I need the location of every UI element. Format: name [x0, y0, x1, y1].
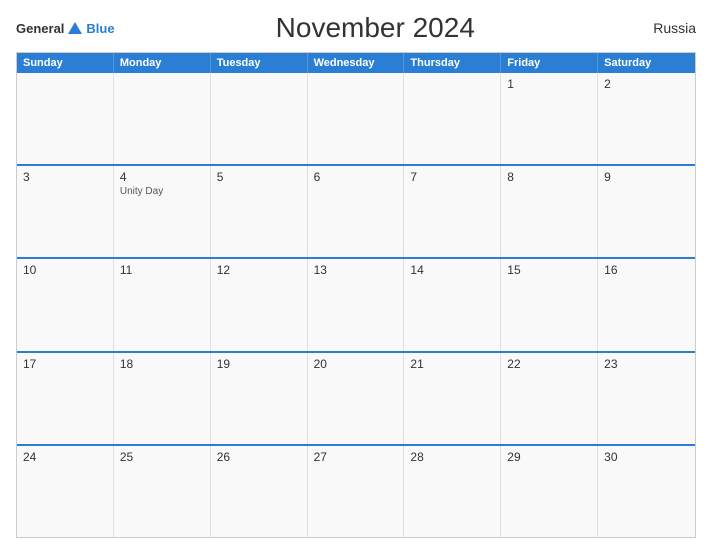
day-number: 9	[604, 170, 689, 184]
calendar-day: 4 Unity Day	[114, 166, 211, 257]
calendar-day: 5	[211, 166, 308, 257]
day-number: 10	[23, 263, 107, 277]
day-number: 23	[604, 357, 689, 371]
calendar-day: 19	[211, 353, 308, 444]
logo-blue-text: Blue	[86, 21, 114, 36]
calendar-day: 2	[598, 73, 695, 164]
calendar-week: 34 Unity Day 56789	[17, 164, 695, 257]
calendar-week: 24 25 26 27 28 29 30	[17, 444, 695, 537]
day-number: 6	[314, 170, 398, 184]
day-number: 21	[410, 357, 494, 371]
header: General Blue November 2024 Russia	[16, 12, 696, 44]
calendar-day: 18	[114, 353, 211, 444]
calendar-week: 10 11 12 13 14 15 16	[17, 257, 695, 350]
day-number: 15	[507, 263, 591, 277]
day-number: 28	[410, 450, 494, 464]
calendar-day: 10	[17, 259, 114, 350]
calendar-day: 20	[308, 353, 405, 444]
day-number: 22	[507, 357, 591, 371]
day-number: 13	[314, 263, 398, 277]
calendar-day: 7	[404, 166, 501, 257]
calendar-day: 12	[211, 259, 308, 350]
day-number: 7	[410, 170, 494, 184]
day-number: 4	[120, 170, 204, 184]
calendar-header-cell: Monday	[114, 53, 211, 73]
day-number: 20	[314, 357, 398, 371]
logo-triangle-icon	[68, 22, 82, 34]
calendar-day: 8	[501, 166, 598, 257]
calendar-header-cell: Thursday	[404, 53, 501, 73]
calendar: SundayMondayTuesdayWednesdayThursdayFrid…	[16, 52, 696, 538]
day-number: 5	[217, 170, 301, 184]
calendar-header-row: SundayMondayTuesdayWednesdayThursdayFrid…	[17, 53, 695, 73]
calendar-header-cell: Wednesday	[308, 53, 405, 73]
calendar-day	[404, 73, 501, 164]
day-number: 30	[604, 450, 689, 464]
calendar-day	[308, 73, 405, 164]
calendar-day: 23	[598, 353, 695, 444]
calendar-week: 12	[17, 73, 695, 164]
calendar-day: 9	[598, 166, 695, 257]
calendar-day	[114, 73, 211, 164]
month-title: November 2024	[115, 12, 636, 44]
calendar-day: 22	[501, 353, 598, 444]
calendar-header-cell: Sunday	[17, 53, 114, 73]
calendar-day: 11	[114, 259, 211, 350]
day-number: 11	[120, 263, 204, 277]
calendar-day: 16	[598, 259, 695, 350]
calendar-week: 17 18 19 20 21 22 23	[17, 351, 695, 444]
day-number: 17	[23, 357, 107, 371]
calendar-day: 13	[308, 259, 405, 350]
calendar-day: 14	[404, 259, 501, 350]
calendar-header-cell: Saturday	[598, 53, 695, 73]
day-number: 1	[507, 77, 591, 91]
day-number: 2	[604, 77, 689, 91]
day-number: 18	[120, 357, 204, 371]
day-number: 26	[217, 450, 301, 464]
day-number: 14	[410, 263, 494, 277]
page: General Blue November 2024 Russia Sunday…	[0, 0, 712, 550]
calendar-day: 25	[114, 446, 211, 537]
day-number: 16	[604, 263, 689, 277]
day-number: 29	[507, 450, 591, 464]
calendar-header-cell: Friday	[501, 53, 598, 73]
day-number: 24	[23, 450, 107, 464]
calendar-day: 27	[308, 446, 405, 537]
calendar-header-cell: Tuesday	[211, 53, 308, 73]
calendar-day: 1	[501, 73, 598, 164]
calendar-day	[211, 73, 308, 164]
day-number: 25	[120, 450, 204, 464]
calendar-day: 17	[17, 353, 114, 444]
calendar-day: 26	[211, 446, 308, 537]
day-number: 19	[217, 357, 301, 371]
calendar-day: 3	[17, 166, 114, 257]
calendar-body: 1234Unity Day567891011121314151617181920…	[17, 73, 695, 537]
day-number: 27	[314, 450, 398, 464]
calendar-day: 15	[501, 259, 598, 350]
logo: General Blue	[16, 21, 115, 36]
day-event: Unity Day	[120, 186, 204, 197]
calendar-day: 6	[308, 166, 405, 257]
day-number: 3	[23, 170, 107, 184]
logo-general-text: General	[16, 21, 64, 36]
country-label: Russia	[636, 20, 696, 36]
calendar-day: 28	[404, 446, 501, 537]
calendar-day: 24	[17, 446, 114, 537]
calendar-day: 30	[598, 446, 695, 537]
calendar-day	[17, 73, 114, 164]
day-number: 8	[507, 170, 591, 184]
calendar-day: 29	[501, 446, 598, 537]
calendar-day: 21	[404, 353, 501, 444]
day-number: 12	[217, 263, 301, 277]
